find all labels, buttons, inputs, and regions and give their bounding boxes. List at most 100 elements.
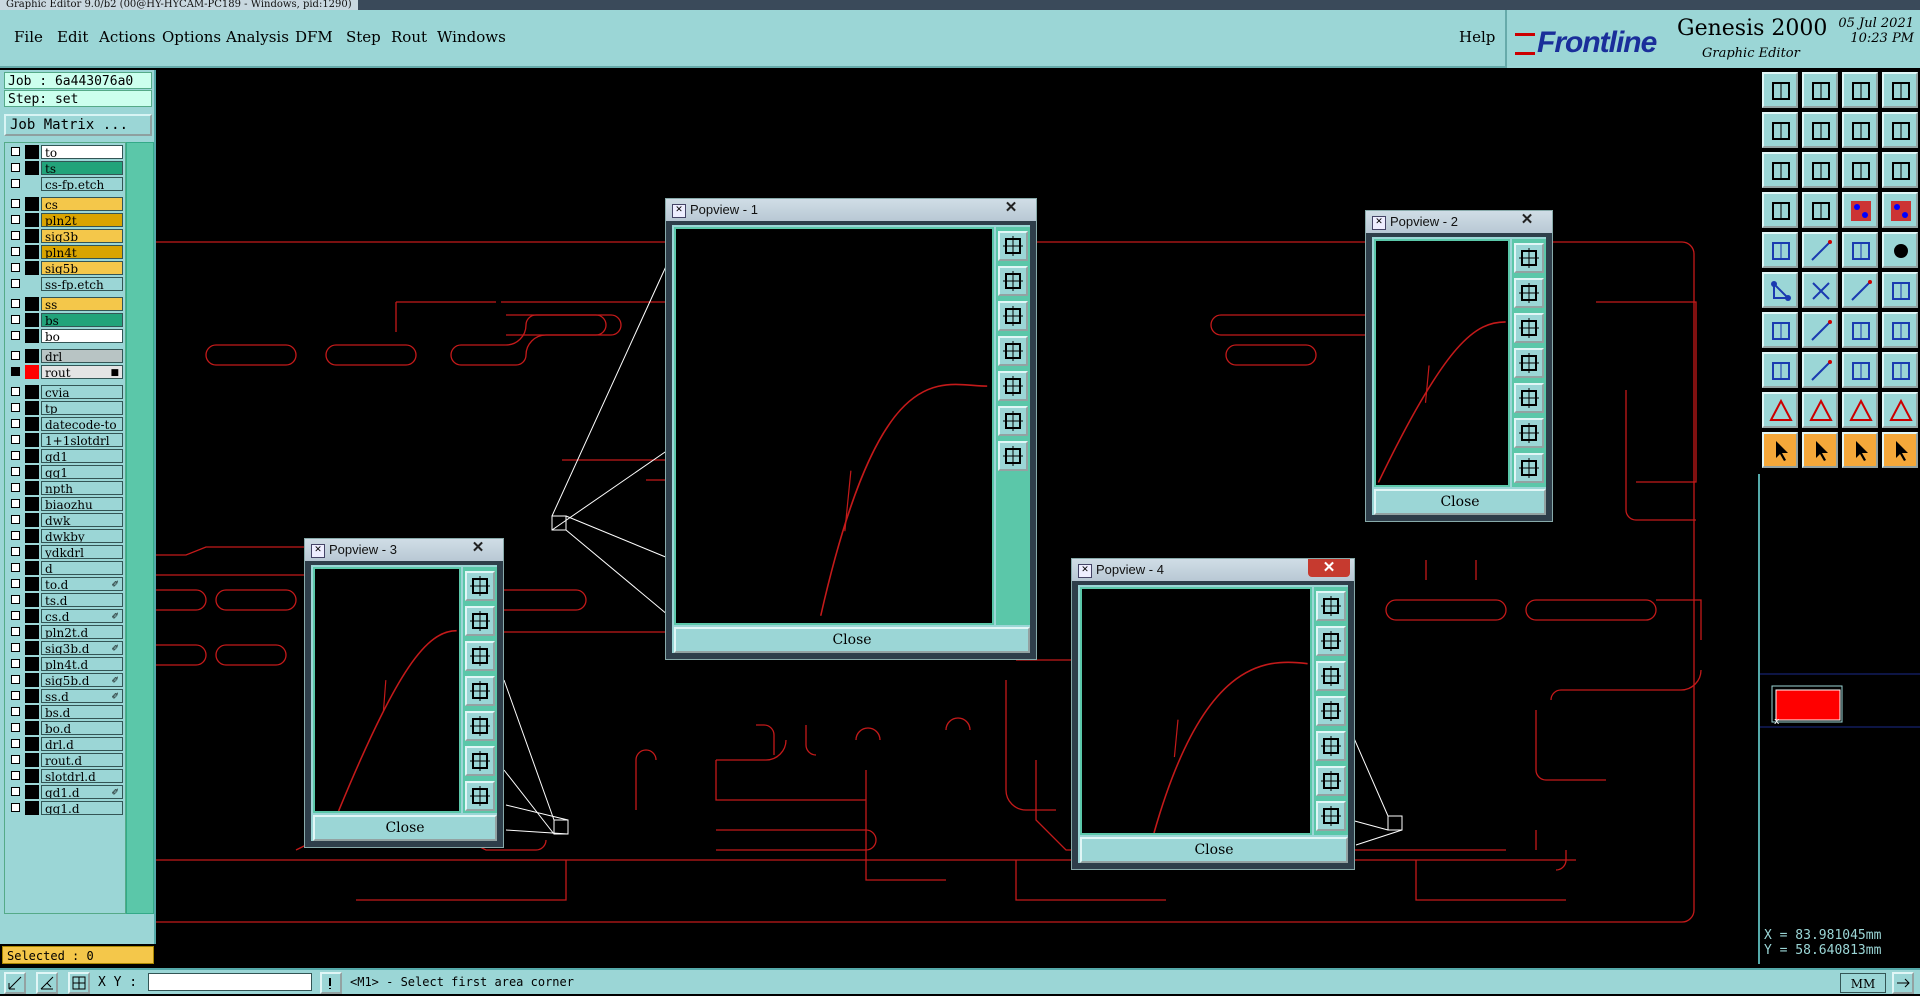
layer-row-datecode-to[interactable]: datecode-to [7,417,123,431]
layer-checkbox[interactable] [11,563,20,572]
layer-color-swatch[interactable] [25,625,39,639]
popview-4-title-bar[interactable]: ✕ Popview - 4 ✕ [1072,559,1354,581]
layer-row-bs[interactable]: bs [7,313,123,327]
layer-checkbox[interactable] [11,579,20,588]
layer-name[interactable]: dwk [41,513,123,527]
layer-color-swatch[interactable] [25,529,39,543]
layer-checkbox[interactable] [11,787,20,796]
layer-row-rout[interactable]: rout ■ [7,365,123,379]
layer-color-swatch[interactable] [25,197,39,211]
layer-color-swatch[interactable] [25,313,39,327]
move-left-icon[interactable] [1316,696,1346,726]
layer-row-d[interactable]: d [7,561,123,575]
layer-name[interactable]: ss.d ✐ [41,689,123,703]
move-right-icon[interactable] [465,711,495,741]
layer-checkbox[interactable] [11,643,20,652]
zoom-in-icon[interactable] [1316,766,1346,796]
layer-color-swatch[interactable] [25,229,39,243]
menu-file[interactable]: File [14,28,43,46]
layer-name[interactable]: ss [41,297,123,311]
layer-color-swatch[interactable] [25,657,39,671]
layer-row-cvia[interactable]: cvia [7,385,123,399]
one-to-two-icon[interactable] [1842,152,1878,188]
layer-color-swatch[interactable] [25,297,39,311]
pointer-select-icon[interactable] [1802,432,1838,468]
layer-color-swatch[interactable] [25,481,39,495]
layer-color-swatch[interactable] [25,145,39,159]
layer-name[interactable]: gg1.d [41,801,123,815]
layer-checkbox[interactable] [11,627,20,636]
layer-checkbox[interactable] [11,247,20,256]
zoom-fit-icon[interactable] [998,231,1028,261]
layer-color-swatch[interactable] [25,349,39,363]
layer-checkbox[interactable] [11,467,20,476]
zoom-out-icon[interactable] [1514,453,1544,483]
layer-row-bo[interactable]: bo [7,329,123,343]
layer-color-swatch[interactable] [25,401,39,415]
popview-1-close-button[interactable]: Close [674,627,1030,653]
layer-name[interactable]: datecode-to [41,417,123,431]
pointer-icon[interactable] [1762,432,1798,468]
layer-name[interactable]: ts [41,161,123,175]
popview-1-canvas[interactable] [674,227,994,625]
layer-checkbox[interactable] [11,675,20,684]
layer-color-swatch[interactable] [25,641,39,655]
layer-checkbox[interactable] [11,755,20,764]
layer-color-swatch[interactable] [25,449,39,463]
popview-4-close-button[interactable]: Close [1080,837,1348,863]
layer-checkbox[interactable] [11,691,20,700]
layer-checkbox[interactable] [11,499,20,508]
layer-row-pln2t[interactable]: pln2t [7,213,123,227]
layer-checkbox[interactable] [11,739,20,748]
help-icon[interactable] [1882,152,1918,188]
layer-row-ss[interactable]: ss [7,297,123,311]
layer-color-swatch[interactable] [25,277,39,291]
layer-checkbox[interactable] [11,179,20,188]
layer-checkbox[interactable] [11,723,20,732]
layer-color-swatch[interactable] [25,161,39,175]
layer-row-biaozhu[interactable]: biaozhu [7,497,123,511]
line-icon[interactable] [1802,232,1838,268]
move-left-icon[interactable] [998,336,1028,366]
layer-row-sig5b[interactable]: sig5b [7,261,123,275]
layer-name[interactable]: bs.d [41,705,123,719]
align-icon[interactable] [1842,352,1878,388]
units-toggle-icon[interactable] [1892,972,1914,994]
layer-row-sig3b[interactable]: sig3b [7,229,123,243]
layer-checkbox[interactable] [11,351,20,360]
layer-color-swatch[interactable] [25,593,39,607]
layer-row-gg1-d[interactable]: gg1.d [7,801,123,815]
layer-color-swatch[interactable] [25,261,39,275]
zoom-in-icon[interactable] [998,406,1028,436]
layer-checkbox[interactable] [11,483,20,492]
triangle-alt-icon[interactable] [1882,392,1918,428]
layer-row-rout-d[interactable]: rout.d [7,753,123,767]
layer-checkbox[interactable] [11,547,20,556]
layer-row-ts[interactable]: ts [7,161,123,175]
layer-checkbox[interactable] [11,419,20,428]
layer-color-swatch[interactable] [25,465,39,479]
layer-color-swatch[interactable] [25,561,39,575]
layer-color-swatch[interactable] [25,417,39,431]
layer-color-swatch[interactable] [25,365,39,379]
popview-2-close-button[interactable]: Close [1374,489,1546,515]
job-matrix-button[interactable]: Job Matrix ... [4,114,152,136]
layer-name[interactable]: slotdrl.d [41,769,123,783]
triangle-icon[interactable] [1762,392,1798,428]
layer-name[interactable]: cs [41,197,123,211]
layer-row-pln4t[interactable]: pln4t [7,245,123,259]
move-down-icon[interactable] [1514,313,1544,343]
zoom-out-icon[interactable] [1316,801,1346,831]
popview-3-canvas[interactable] [313,567,461,813]
layer-row-bs-d[interactable]: bs.d [7,705,123,719]
cross-icon[interactable] [1802,272,1838,308]
layer-checkbox[interactable] [11,231,20,240]
layer-color-swatch[interactable] [25,673,39,687]
layer-name[interactable]: sig5b [41,261,123,275]
zoom-fit-icon[interactable] [1316,591,1346,621]
move-right-icon[interactable] [998,371,1028,401]
move-up-icon[interactable] [1514,278,1544,308]
layer-name[interactable]: bs [41,313,123,327]
layer-name[interactable]: sig5b.d ✐ [41,673,123,687]
window-split-icon[interactable] [1882,72,1918,108]
